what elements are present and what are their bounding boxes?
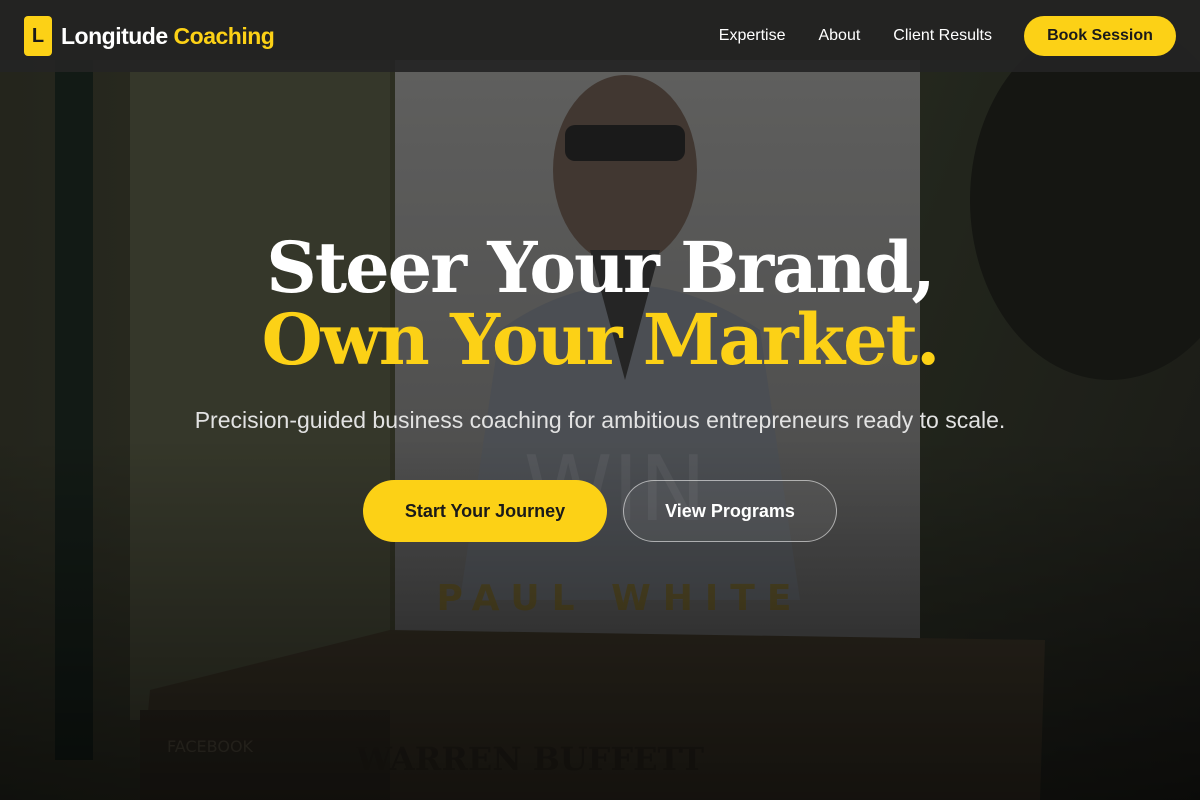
nav-link-about[interactable]: About [818,27,860,45]
headline-line-1: Steer Your Brand, [266,226,936,309]
brand-name-accent: Coaching [173,22,275,49]
main-nav: Expertise About Client Results Book Sess… [686,16,1176,56]
book-session-button[interactable]: Book Session [1024,16,1176,56]
nav-link-client-results[interactable]: Client Results [893,27,992,45]
brand-name: Longitude Coaching [61,22,275,50]
hero-section: Steer Your Brand, Own Your Market. Preci… [0,232,1200,542]
hero-subtitle: Precision-guided business coaching for a… [194,407,1006,433]
nav-link-expertise[interactable]: Expertise [719,27,786,45]
hero-headline: Steer Your Brand, Own Your Market. [0,232,1200,376]
start-journey-button[interactable]: Start Your Journey [363,480,607,542]
headline-line-2: Own Your Market. [261,298,941,381]
view-programs-button[interactable]: View Programs [623,480,837,542]
brand-name-primary: Longitude [61,22,168,49]
top-navbar: L Longitude Coaching Expertise About Cli… [0,0,1200,72]
brand-logo[interactable]: L Longitude Coaching [24,16,275,56]
logo-mark-icon: L [24,16,52,56]
hero-cta-group: Start Your Journey View Programs [0,480,1200,542]
